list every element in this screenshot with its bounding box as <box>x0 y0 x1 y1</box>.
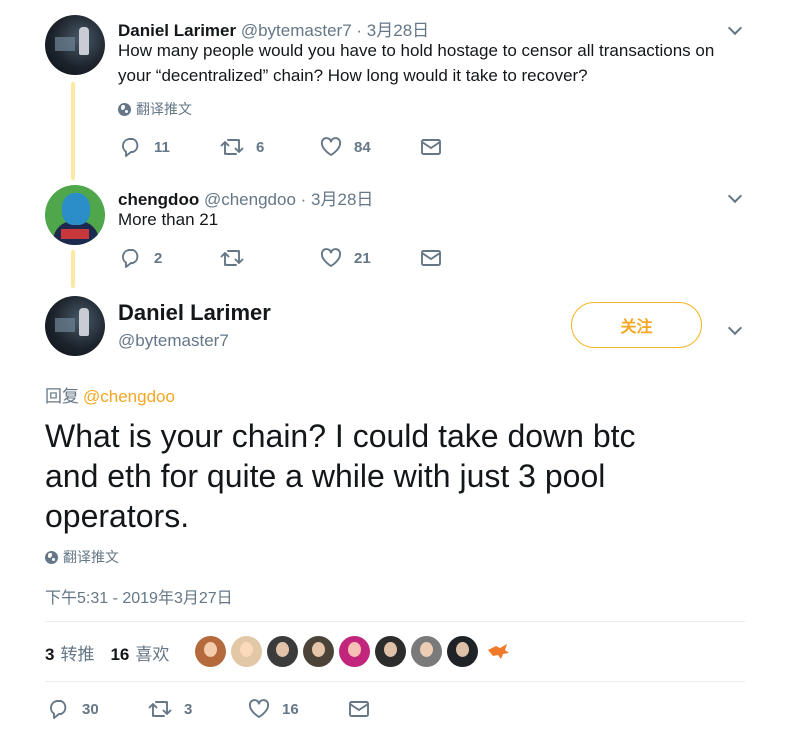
tweet-text: How many people would you have to hold h… <box>118 38 714 88</box>
avatar-group-photo[interactable] <box>303 636 334 667</box>
main-tweet-text: What is your chain? I could take down bt… <box>45 416 735 536</box>
reply-button[interactable]: 2 <box>120 248 220 268</box>
author-name[interactable]: Daniel Larimer <box>118 300 271 326</box>
like-stat[interactable]: 16 喜欢 <box>110 640 169 665</box>
follow-button[interactable]: 关注 <box>571 302 702 348</box>
avatar-grey-portrait[interactable] <box>411 636 442 667</box>
chevron-down-icon[interactable] <box>729 25 741 37</box>
retweet-icon <box>220 139 244 155</box>
avatar-man-in-suit[interactable] <box>447 636 478 667</box>
reply-button[interactable]: 30 <box>48 699 148 719</box>
reply-button[interactable]: 11 <box>120 137 220 157</box>
heart-icon <box>320 248 342 267</box>
tweet-actions: 2 21 <box>120 248 442 268</box>
like-count: 84 <box>354 138 371 156</box>
like-button[interactable]: 16 <box>248 699 348 719</box>
tweet-timestamp[interactable]: 下午5:31 - 2019年3月27日 <box>45 584 233 608</box>
avatar-bearded-man[interactable] <box>195 636 226 667</box>
main-tweet-text-line: and eth for quite a while with just 3 po… <box>45 458 606 494</box>
translate-label: 翻译推文 <box>136 101 192 117</box>
translate-link[interactable]: 翻译推文 <box>118 99 192 119</box>
globe-icon <box>45 550 58 564</box>
reply-count: 2 <box>154 249 163 267</box>
direct-message-button[interactable] <box>420 138 442 156</box>
avatar-smiling-man[interactable] <box>231 636 262 667</box>
separator-dot: · <box>300 190 307 209</box>
retweet-count: 3 <box>184 700 193 718</box>
thread-line <box>71 82 75 180</box>
direct-message-button[interactable] <box>348 700 370 718</box>
tweet-text: More than 21 <box>118 210 219 229</box>
reply-count: 11 <box>154 138 170 156</box>
retweet-icon <box>148 701 172 717</box>
like-button[interactable]: 21 <box>320 248 420 268</box>
tweet-date[interactable]: 3月28日 <box>311 190 373 209</box>
reply-prefix: 回复 <box>45 387 79 406</box>
reply-context: 回复 @chengdoo <box>45 382 175 407</box>
like-count: 21 <box>354 249 371 267</box>
liker-avatars <box>195 636 514 667</box>
tweet-text-line: your “decentralized” chain? How long wou… <box>118 66 588 85</box>
reply-icon <box>50 700 67 719</box>
like-stat-count: 16 <box>110 645 130 664</box>
tweet-actions: 30 3 16 <box>48 699 370 719</box>
chevron-down-icon[interactable] <box>729 193 741 205</box>
avatar[interactable] <box>45 185 105 245</box>
retweet-button[interactable] <box>220 248 320 268</box>
avatar-magenta[interactable] <box>339 636 370 667</box>
avatar[interactable] <box>45 15 105 75</box>
author-handle[interactable]: @bytemaster7 <box>118 331 229 351</box>
reply-icon <box>122 249 139 268</box>
heart-icon <box>248 699 270 718</box>
retweet-stat[interactable]: 3 转推 <box>45 640 94 665</box>
like-stat-label: 喜欢 <box>135 645 170 664</box>
like-count: 16 <box>282 700 299 718</box>
retweet-stat-count: 3 <box>45 645 55 664</box>
retweet-stat-label: 转推 <box>60 645 95 664</box>
avatar[interactable] <box>45 296 105 356</box>
envelope-icon <box>421 139 441 155</box>
divider <box>45 621 745 622</box>
fox-logo[interactable] <box>483 636 514 667</box>
translate-link[interactable]: 翻译推文 <box>45 547 119 567</box>
translate-label: 翻译推文 <box>63 549 119 565</box>
heart-icon <box>320 137 342 156</box>
main-tweet-text-line: What is your chain? I could take down bt… <box>45 418 636 454</box>
direct-message-button[interactable] <box>420 249 442 267</box>
avatar-curly-hair[interactable] <box>267 636 298 667</box>
retweet-icon <box>220 250 244 266</box>
thread-line <box>71 250 75 288</box>
tweet-text-line: How many people would you have to hold h… <box>118 41 715 60</box>
reply-icon <box>122 138 139 157</box>
avatar-dark-portrait[interactable] <box>375 636 406 667</box>
divider <box>45 681 745 682</box>
retweet-button[interactable]: 6 <box>220 137 320 157</box>
retweet-button[interactable]: 3 <box>148 699 248 719</box>
reply-mention-link[interactable]: @chengdoo <box>83 387 175 406</box>
reply-count: 30 <box>82 700 99 718</box>
globe-icon <box>118 102 131 116</box>
retweet-count: 6 <box>256 138 265 156</box>
envelope-icon <box>421 250 441 266</box>
engagement-stats: 3 转推 16 喜欢 <box>45 640 169 665</box>
tweet-actions: 11 6 84 <box>120 137 442 157</box>
like-button[interactable]: 84 <box>320 137 420 157</box>
main-tweet-text-line: operators. <box>45 498 190 534</box>
chevron-down-icon[interactable] <box>729 325 741 337</box>
envelope-icon <box>349 701 369 717</box>
